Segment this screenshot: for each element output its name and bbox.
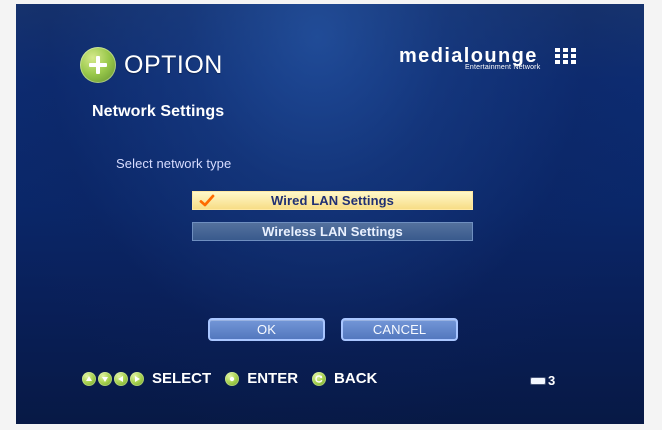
- wired-lan-label: Wired LAN Settings: [270, 193, 395, 208]
- wireless-lan-option[interactable]: Wireless LAN Settings: [192, 222, 473, 241]
- left-arrow-icon: [114, 371, 128, 386]
- brand-grid-icon: [555, 48, 576, 64]
- right-arrow-icon: [130, 371, 144, 386]
- ok-button[interactable]: OK: [208, 318, 325, 341]
- wireless-lan-label: Wireless LAN Settings: [262, 224, 403, 239]
- select-label: SELECT: [152, 370, 212, 387]
- up-arrow-icon: [82, 371, 96, 386]
- page-indicator-icon: [531, 377, 545, 384]
- cancel-button[interactable]: CANCEL: [341, 318, 458, 341]
- network-type-prompt: Select network type: [116, 156, 232, 171]
- brand-logo: medialounge Entertainment Network: [399, 46, 577, 74]
- back-label: BACK: [334, 370, 378, 387]
- brand-main-text: medialounge: [399, 45, 538, 67]
- page-number: 3: [548, 373, 556, 388]
- option-screen: OPTION medialounge Entertainment Network…: [16, 4, 644, 424]
- brand-subtitle: Entertainment Network: [465, 64, 541, 71]
- down-arrow-icon: [98, 371, 112, 386]
- enter-label: ENTER: [247, 370, 299, 387]
- back-icon: [312, 371, 327, 386]
- navigation-icons: [82, 371, 144, 386]
- wired-lan-option[interactable]: Wired LAN Settings: [192, 191, 473, 210]
- option-header: OPTION: [80, 47, 223, 83]
- option-plus-icon: [80, 47, 116, 83]
- enter-icon: [225, 371, 240, 386]
- page-indicator: 3: [531, 373, 555, 388]
- section-title: Network Settings: [92, 103, 225, 120]
- checkmark-icon: [199, 194, 215, 207]
- footer-help: SELECT ENTER BACK: [82, 370, 377, 387]
- page-title: OPTION: [124, 50, 223, 79]
